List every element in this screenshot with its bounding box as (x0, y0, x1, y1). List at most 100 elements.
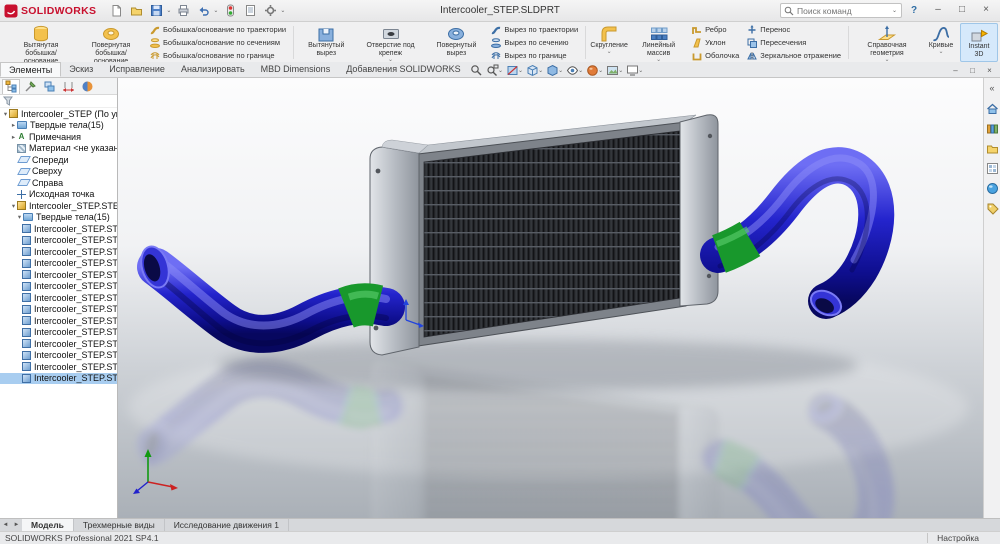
minimize-button[interactable]: – (926, 0, 950, 20)
tree-item-part-root[interactable]: ▾ Intercooler_STEP (По умолчанию<< (0, 108, 117, 120)
help-button[interactable]: ? (906, 5, 922, 16)
section-view-button[interactable]: ⌄ (506, 63, 523, 77)
zoom-area-button[interactable]: ⌄ (486, 63, 503, 77)
hide-show-items-button[interactable]: ⌄ (566, 63, 583, 77)
tree-item-body[interactable]: Intercooler_STEP.STEP<1 (0, 315, 117, 327)
tree-item-body[interactable]: Intercooler_STEP.STEP<1 (0, 292, 117, 304)
tree-item-body[interactable]: Intercooler_STEP.STEP<1 (0, 304, 117, 316)
chevron-down-icon[interactable]: ⌄ (166, 7, 171, 14)
fillet-button[interactable]: Скругление ⌄ (589, 23, 629, 62)
doc-restore-button[interactable]: □ (965, 63, 980, 76)
instant3d-toggle[interactable]: Instant 3D (960, 23, 998, 62)
tree-item-solid-bodies-folder[interactable]: ▸ Твердые тела(15) (0, 120, 117, 132)
chevron-down-icon[interactable]: ⌄ (280, 7, 285, 14)
caret-open-icon[interactable]: ▾ (2, 110, 9, 118)
tree-item-body[interactable]: Intercooler_STEP.STEP<1 (0, 223, 117, 235)
flyout-arrow-icon[interactable]: ⌄ (938, 50, 943, 55)
collapse-taskpane-button[interactable]: « (985, 81, 999, 95)
tree-item-material[interactable]: Материал <не указан> (0, 143, 117, 155)
design-library-tab[interactable] (985, 121, 999, 135)
view-settings-button[interactable]: ⌄ (626, 63, 643, 77)
tree-item-body[interactable]: Intercooler_STEP.STEP<1 (0, 269, 117, 281)
edit-appearance-button[interactable]: ⌄ (586, 63, 603, 77)
tree-item-plane-top[interactable]: Сверху (0, 166, 117, 178)
tree-item-plane-front[interactable]: Спереди (0, 154, 117, 166)
rebuild-button[interactable] (222, 2, 239, 19)
tree-item-body[interactable]: Intercooler_STEP.STEP<1 (0, 327, 117, 339)
tree-item-origin[interactable]: Исходная точка (0, 189, 117, 201)
tree-item-body[interactable]: Intercooler_STEP.STEP<1 (0, 361, 117, 373)
featuremanager-tab[interactable] (2, 79, 20, 94)
flyout-arrow-icon[interactable]: ⌄ (607, 50, 612, 55)
doc-close-button[interactable]: × (982, 63, 997, 76)
boundary-boss-button[interactable]: Бобышка/основание по границе (150, 50, 286, 62)
customize-button[interactable]: Настройка (927, 533, 995, 543)
reference-geometry-button[interactable]: Справочная геометрия ⌄ (852, 23, 922, 62)
chevron-down-icon[interactable]: ⌄ (638, 67, 643, 74)
rib-button[interactable]: Ребро (692, 24, 739, 36)
view-orientation-button[interactable]: ⌄ (526, 63, 543, 77)
viewport-3d[interactable] (118, 78, 983, 518)
chevron-down-icon[interactable]: ⌄ (618, 67, 623, 74)
tab-evaluate[interactable]: Анализировать (173, 62, 253, 77)
tab-features[interactable]: Элементы (0, 62, 61, 77)
tree-item-body-selected[interactable]: Intercooler_STEP.STEP<1 (0, 373, 117, 385)
shell-button[interactable]: Оболочка (692, 50, 739, 62)
file-explorer-tab[interactable] (985, 141, 999, 155)
chevron-down-icon[interactable]: ⌄ (518, 67, 523, 74)
undo-button[interactable] (195, 2, 212, 19)
revolved-boss-button[interactable]: Повернутая бобышка/основание (76, 23, 146, 62)
tree-item-body[interactable]: Intercooler_STEP.STEP<1 (0, 281, 117, 293)
displaymanager-tab[interactable] (78, 79, 96, 94)
configurationmanager-tab[interactable] (40, 79, 58, 94)
tree-item-imported-part[interactable]: ▾ Intercooler_STEP.STEP<1> -> (0, 200, 117, 212)
linear-pattern-button[interactable]: Линейный массив ⌄ (629, 23, 688, 62)
command-search[interactable]: ⌄ (780, 3, 902, 18)
search-input[interactable] (797, 6, 891, 16)
caret-open-icon[interactable]: ▾ (10, 202, 17, 210)
tree-item-solid-bodies-subfolder[interactable]: ▾ Твердые тела(15) (0, 212, 117, 224)
tree-item-body[interactable]: Intercooler_STEP.STEP<1 (0, 235, 117, 247)
display-style-button[interactable]: ⌄ (546, 63, 563, 77)
chevron-down-icon[interactable]: ⌄ (538, 67, 543, 74)
maximize-button[interactable]: □ (950, 0, 974, 20)
tab-mbd-dimensions[interactable]: MBD Dimensions (253, 62, 339, 77)
next-sheet-button[interactable]: ► (11, 519, 22, 531)
extruded-cut-button[interactable]: Вытянутый вырез (297, 23, 356, 62)
save-button[interactable] (148, 2, 165, 19)
tree-item-body[interactable]: Intercooler_STEP.STEP<1 (0, 338, 117, 350)
hole-wizard-button[interactable]: Отверстие под крепеж ⌄ (356, 23, 426, 62)
open-document-button[interactable] (128, 2, 145, 19)
draft-button[interactable]: Уклон (692, 37, 739, 49)
intersect-button[interactable]: Пересечения (747, 37, 841, 49)
chevron-down-icon[interactable]: ⌄ (498, 67, 503, 74)
three-d-views-tab[interactable]: Трехмерные виды (74, 519, 165, 531)
tab-markup[interactable]: Исправление (101, 62, 173, 77)
tree-filter-row[interactable] (0, 95, 117, 108)
options-button[interactable] (262, 2, 279, 19)
curves-button[interactable]: Кривые ⌄ (922, 23, 960, 62)
caret-open-icon[interactable]: ▾ (16, 213, 23, 221)
chevron-down-icon[interactable]: ⌄ (598, 67, 603, 74)
new-document-button[interactable] (108, 2, 125, 19)
mirror-button[interactable]: Зеркальное отражение (747, 50, 841, 62)
tree-item-plane-right[interactable]: Справа (0, 177, 117, 189)
extruded-boss-button[interactable]: Вытянутая бобышка/основание (6, 23, 76, 62)
caret-closed-icon[interactable]: ▸ (10, 133, 17, 141)
lofted-cut-button[interactable]: Вырез по сечению (491, 37, 578, 49)
chevron-down-icon[interactable]: ⌄ (578, 67, 583, 74)
model-tab[interactable]: Модель (22, 519, 74, 531)
move-button[interactable]: Перенос (747, 24, 841, 36)
close-button[interactable]: × (974, 0, 998, 20)
caret-closed-icon[interactable]: ▸ (10, 121, 17, 129)
propertymanager-tab[interactable] (21, 79, 39, 94)
boundary-cut-button[interactable]: Вырез по границе (491, 50, 578, 62)
swept-cut-button[interactable]: Вырез по траектории (491, 24, 578, 36)
tree-item-body[interactable]: Intercooler_STEP.STEP<1 (0, 246, 117, 258)
appearances-tab[interactable] (985, 181, 999, 195)
lofted-boss-button[interactable]: Бобышка/основание по сечениям (150, 37, 286, 49)
dimxpertmanager-tab[interactable] (59, 79, 77, 94)
chevron-down-icon[interactable]: ⌄ (558, 67, 563, 74)
tab-sketch[interactable]: Эскиз (61, 62, 101, 77)
doc-minimize-button[interactable]: – (948, 63, 963, 76)
